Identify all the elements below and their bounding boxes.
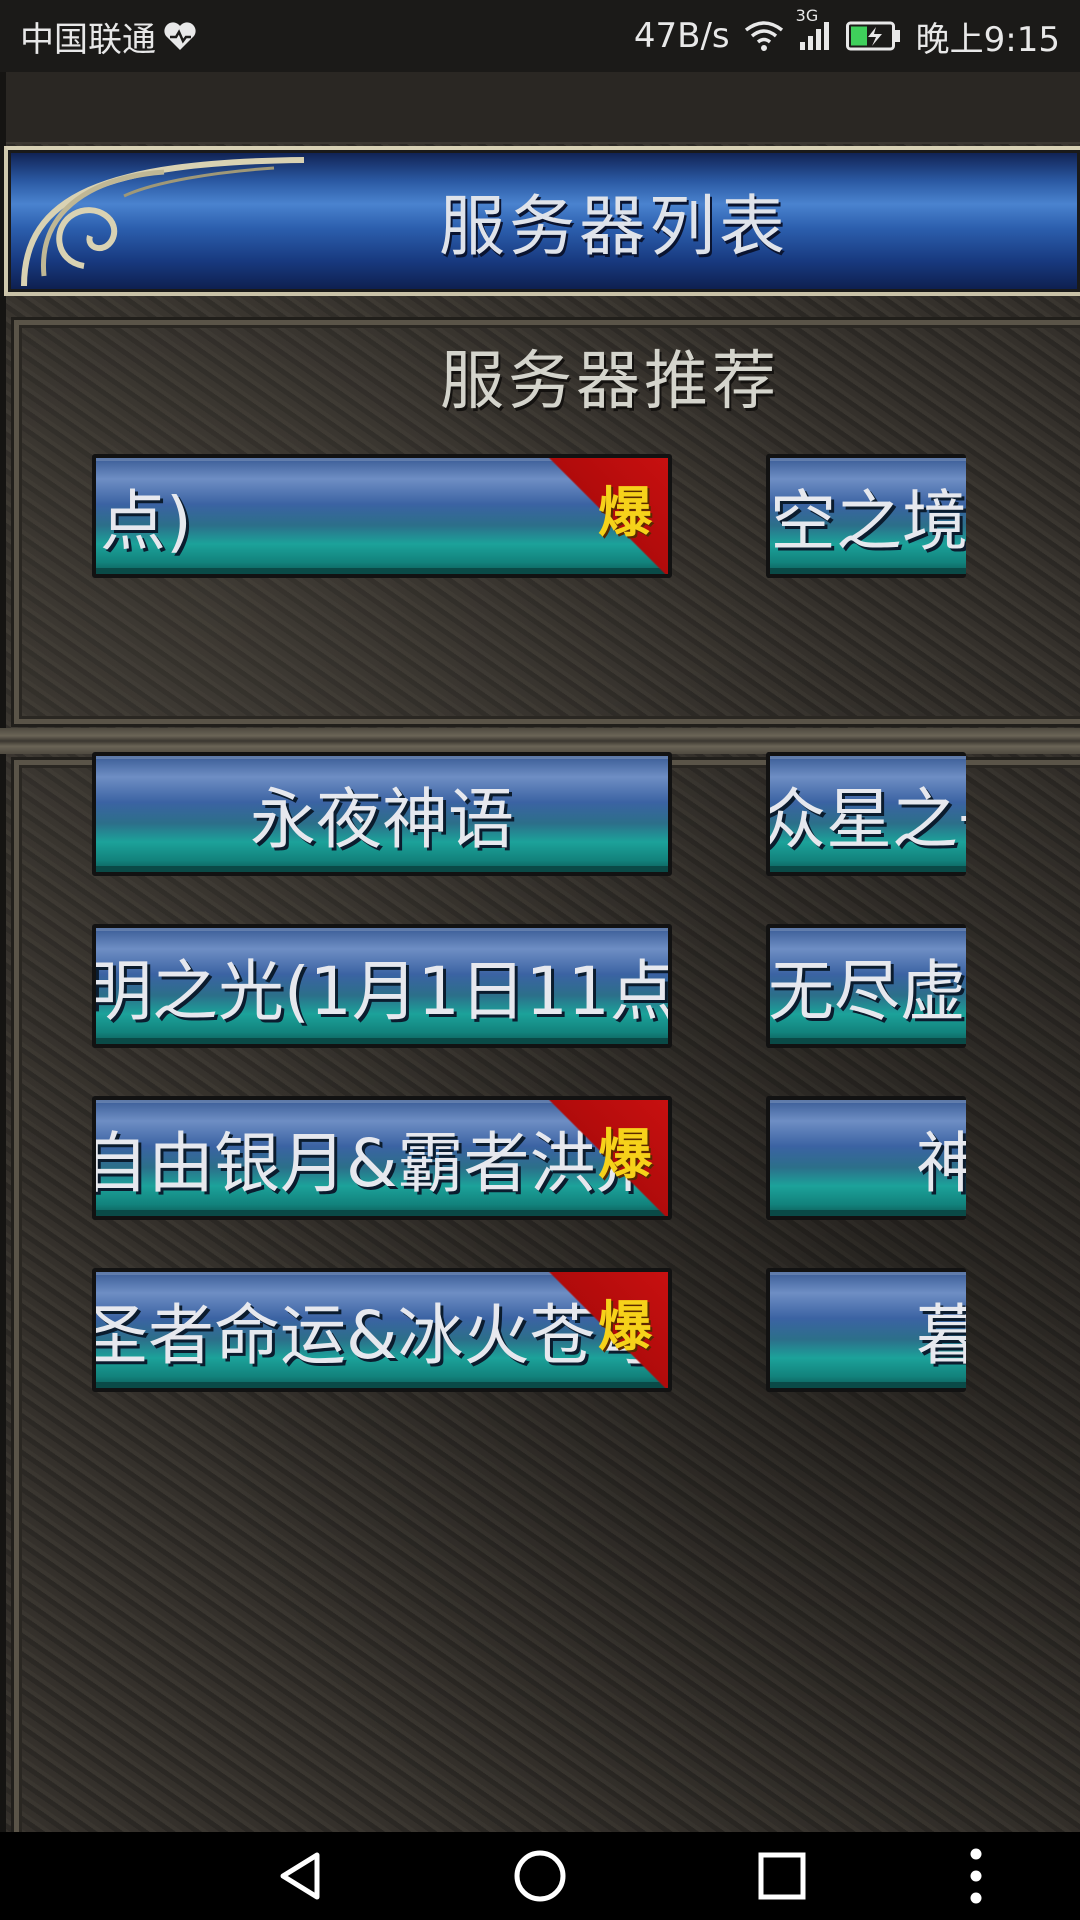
clock: 晚上9:15 [915, 19, 1060, 60]
server-label: 众星之子（ [766, 781, 966, 858]
server-button-2[interactable]: 众星之子（ [766, 752, 966, 876]
server-button-6[interactable]: 神圣原 [766, 1096, 966, 1220]
recommend-title: 服务器推荐 [440, 345, 780, 419]
hot-badge: 爆 [548, 1272, 668, 1388]
server-label: 空之境(11 [770, 483, 966, 560]
carrier-label: 中国联通 [20, 19, 156, 60]
back-icon [280, 1852, 320, 1900]
home-button[interactable] [488, 1832, 592, 1920]
server-label: 永夜神语 [250, 781, 514, 858]
hot-badge-label: 爆 [598, 1123, 652, 1186]
top-strip [0, 72, 1080, 144]
recents-icon [758, 1852, 806, 1900]
page-title: 服务器列表 [439, 188, 789, 265]
hot-badge: 爆 [548, 458, 668, 574]
server-label: 点) [100, 483, 192, 560]
game-screen: 服务器列表 服务器推荐 点) 爆 空之境(11 永夜神语 众星之子（ 明之光(1… [0, 72, 1080, 1832]
server-label: 明之光(1月1日11点 [92, 953, 672, 1030]
wifi-icon [744, 20, 784, 52]
hot-badge: 爆 [548, 1100, 668, 1216]
signal-icon: 3G [796, 6, 832, 52]
more-icon [970, 1848, 982, 1904]
server-label: 无尽虚空& [768, 953, 966, 1030]
server-button-7[interactable]: 圣者命运&冰火苍穹 爆 [92, 1268, 672, 1392]
home-icon [514, 1850, 566, 1902]
more-button[interactable] [946, 1832, 1006, 1920]
title-banner: 服务器列表 [4, 146, 1080, 296]
battery-icon [845, 21, 902, 51]
server-button-1[interactable]: 永夜神语 [92, 752, 672, 876]
recents-button[interactable] [732, 1832, 832, 1920]
server-button-3[interactable]: 明之光(1月1日11点 [92, 924, 672, 1048]
panel-divider [0, 728, 1080, 754]
recommend-server-button-2[interactable]: 空之境(11 [766, 454, 966, 578]
back-button[interactable] [250, 1832, 350, 1920]
heart-icon [162, 20, 198, 52]
net-speed: 47B/s [633, 16, 730, 56]
navigation-bar [0, 1832, 1080, 1920]
hot-badge-label: 爆 [598, 481, 652, 544]
recommend-server-button-1[interactable]: 点) 爆 [92, 454, 672, 578]
server-button-8[interactable]: 暮色光 [766, 1268, 966, 1392]
server-button-4[interactable]: 无尽虚空& [766, 924, 966, 1048]
hot-badge-label: 爆 [598, 1295, 652, 1358]
status-bar: 中国联通 47B/s 3G 晚上9:15 [0, 0, 1080, 72]
server-label: 神圣原 [916, 1100, 966, 1216]
network-type: 3G [795, 6, 819, 25]
server-label: 暮色光 [916, 1272, 966, 1388]
server-button-5[interactable]: 自由银月&霸者洪荒 爆 [92, 1096, 672, 1220]
